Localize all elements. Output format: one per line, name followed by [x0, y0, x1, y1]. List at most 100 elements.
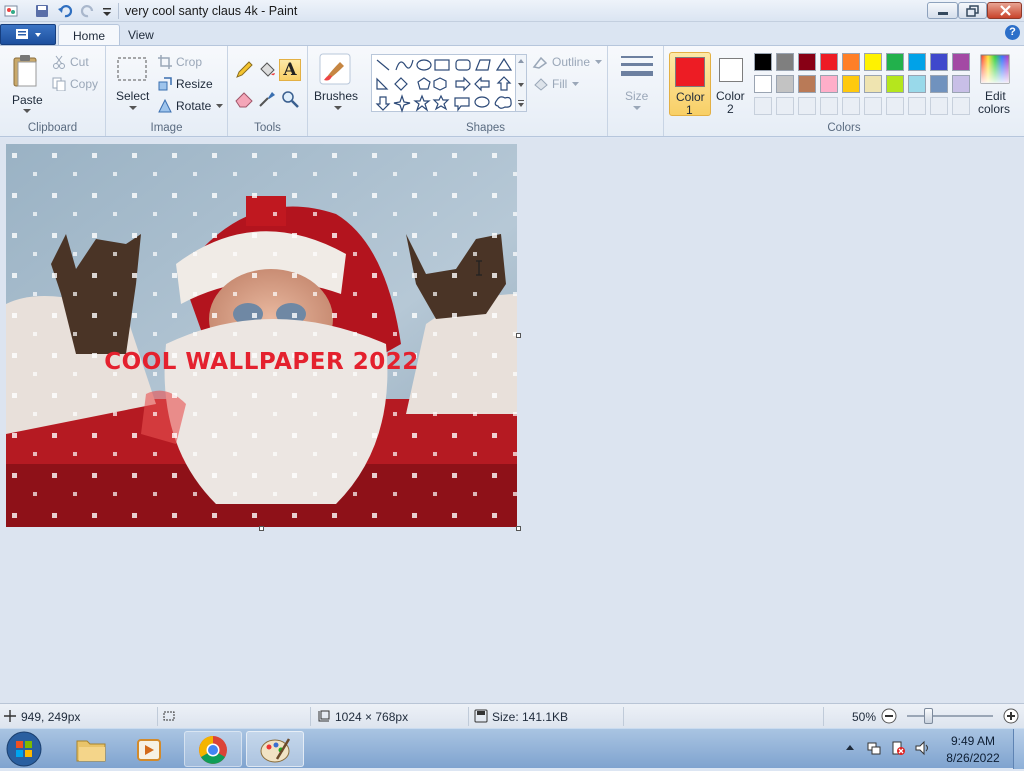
- zoom-out-icon[interactable]: [881, 708, 897, 724]
- pencil-icon[interactable]: [234, 60, 254, 80]
- palette-color-swatch[interactable]: [776, 53, 794, 71]
- palette-color-swatch[interactable]: [886, 53, 904, 71]
- save-icon[interactable]: [34, 3, 50, 19]
- color-picker-icon[interactable]: [257, 89, 277, 109]
- tab-home[interactable]: Home: [58, 24, 121, 45]
- shapes-gallery-icons: [375, 57, 513, 113]
- undo-icon[interactable]: [57, 3, 73, 19]
- text-tool-icon[interactable]: A: [279, 59, 301, 81]
- palette-custom-slot[interactable]: [776, 97, 794, 115]
- cut-button[interactable]: Cut: [52, 54, 102, 72]
- taskbar-explorer[interactable]: [62, 731, 120, 767]
- palette-color-swatch[interactable]: [864, 53, 882, 71]
- eraser-icon[interactable]: [234, 89, 254, 109]
- select-button[interactable]: Select: [112, 52, 154, 116]
- select-label: Select: [116, 89, 150, 103]
- clock-time[interactable]: 9:49 AM: [933, 734, 1013, 748]
- zoom-slider-thumb[interactable]: [924, 708, 933, 724]
- crop-button[interactable]: Crop: [158, 54, 218, 72]
- palette-custom-slot[interactable]: [820, 97, 838, 115]
- palette-color-swatch[interactable]: [798, 75, 816, 93]
- palette-color-swatch[interactable]: [754, 75, 772, 93]
- size-label: Size: [625, 89, 649, 103]
- palette-custom-slot[interactable]: [754, 97, 772, 115]
- tab-view[interactable]: View: [114, 24, 168, 45]
- palette-color-swatch[interactable]: [820, 75, 838, 93]
- palette-custom-slot[interactable]: [798, 97, 816, 115]
- resize-handle-bottom[interactable]: [259, 526, 264, 531]
- customize-qat-icon[interactable]: [99, 3, 115, 19]
- palette-color-swatch[interactable]: [930, 53, 948, 71]
- palette-color-swatch[interactable]: [842, 53, 860, 71]
- redo-icon[interactable]: [80, 3, 96, 19]
- palette-color-swatch[interactable]: [842, 75, 860, 93]
- resize-handle-corner[interactable]: [516, 526, 521, 531]
- menu-icon: [16, 29, 41, 39]
- selection-size-icon: [163, 711, 175, 721]
- paste-button[interactable]: Paste: [4, 50, 48, 116]
- network-icon[interactable]: [866, 740, 882, 756]
- magnifier-icon[interactable]: [280, 89, 300, 109]
- taskbar-media-player[interactable]: [122, 731, 180, 767]
- size-group: Size: [608, 46, 664, 136]
- brushes-button[interactable]: Brushes: [312, 52, 362, 118]
- media-player-icon: [137, 739, 161, 761]
- shapes-gallery-scrollbar[interactable]: [516, 54, 527, 112]
- palette-color-swatch[interactable]: [908, 75, 926, 93]
- clock-date[interactable]: 8/26/2022: [933, 751, 1013, 765]
- palette-color-swatch[interactable]: [952, 53, 970, 71]
- palette-custom-slot[interactable]: [886, 97, 904, 115]
- help-icon[interactable]: ?: [1005, 25, 1020, 40]
- edit-colors-label-a: Edit: [985, 89, 1006, 103]
- maximize-button[interactable]: [958, 2, 987, 19]
- chevron-down-icon: [633, 106, 641, 110]
- minimize-button[interactable]: [927, 2, 958, 19]
- palette-color-swatch[interactable]: [776, 75, 794, 93]
- edit-colors-icon: [980, 54, 1010, 84]
- copy-button[interactable]: Copy: [52, 76, 102, 94]
- action-center-icon[interactable]: [890, 740, 906, 756]
- palette-custom-slot[interactable]: [930, 97, 948, 115]
- drawing-canvas[interactable]: COOL WALLPAPER 2022: [6, 144, 517, 527]
- paint-menu-button[interactable]: [0, 24, 56, 45]
- fill-bucket-icon[interactable]: [257, 60, 277, 80]
- palette-color-swatch[interactable]: [908, 53, 926, 71]
- tools-group: A Tools: [228, 46, 308, 136]
- fill-icon: [534, 78, 548, 91]
- scissors-icon: [53, 55, 65, 69]
- outline-button[interactable]: Outline: [532, 54, 604, 72]
- palette-color-swatch[interactable]: [754, 53, 772, 71]
- taskbar-paint[interactable]: [246, 731, 304, 767]
- palette-custom-slot[interactable]: [864, 97, 882, 115]
- palette-color-swatch[interactable]: [952, 75, 970, 93]
- size-button[interactable]: Size: [614, 52, 660, 118]
- palette-custom-slot[interactable]: [952, 97, 970, 115]
- close-button[interactable]: [987, 2, 1022, 19]
- zoom-in-icon[interactable]: [1003, 708, 1019, 724]
- edit-colors-button[interactable]: Edit colors: [976, 52, 1020, 118]
- outline-icon: [532, 56, 548, 69]
- palette-custom-slot[interactable]: [908, 97, 926, 115]
- palette-custom-slot[interactable]: [842, 97, 860, 115]
- show-hidden-icons[interactable]: [845, 744, 855, 752]
- chrome-icon: [199, 736, 227, 764]
- show-desktop-button[interactable]: [1013, 729, 1024, 769]
- taskbar-chrome[interactable]: [184, 731, 242, 767]
- palette-color-swatch[interactable]: [820, 53, 838, 71]
- rotate-button[interactable]: Rotate: [158, 98, 224, 116]
- shapes-gallery[interactable]: [371, 54, 516, 113]
- title-separator: [118, 3, 119, 19]
- palette-color-swatch[interactable]: [798, 53, 816, 71]
- volume-icon[interactable]: [914, 740, 932, 756]
- palette-color-swatch[interactable]: [930, 75, 948, 93]
- resize-button[interactable]: Resize: [158, 76, 218, 94]
- resize-handle-right[interactable]: [516, 333, 521, 338]
- color1-button[interactable]: Color 1: [669, 52, 711, 117]
- color2-button[interactable]: Color 2: [714, 52, 750, 116]
- zoom-slider-track[interactable]: [907, 715, 993, 717]
- palette-color-swatch[interactable]: [886, 75, 904, 93]
- fill-button[interactable]: Fill: [532, 76, 592, 94]
- paint-app-icon[interactable]: [4, 3, 20, 19]
- start-button[interactable]: [4, 730, 44, 768]
- palette-color-swatch[interactable]: [864, 75, 882, 93]
